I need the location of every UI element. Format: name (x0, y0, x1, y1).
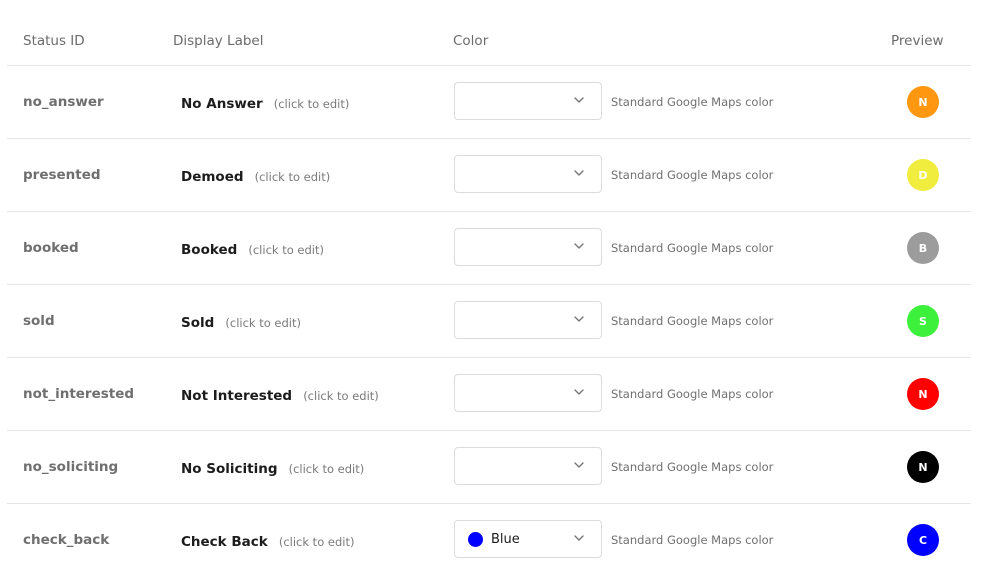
table-row-no-soliciting: no_soliciting No Soliciting (click to ed… (7, 431, 971, 504)
header-display-label: Display Label (173, 33, 264, 49)
display-label-editable[interactable]: Sold (click to edit) (181, 312, 301, 331)
header-preview: Preview (891, 33, 944, 49)
table-row-check-back: check_back Check Back (click to edit) Bl… (7, 504, 971, 576)
click-to-edit-hint: (click to edit) (225, 316, 301, 330)
color-note: Standard Google Maps color (611, 387, 774, 401)
status-id-cell: booked (23, 240, 79, 256)
status-id-cell: presented (23, 167, 101, 183)
chevron-down-icon (574, 243, 584, 249)
chevron-down-icon (574, 97, 584, 103)
header-color: Color (453, 33, 489, 49)
table-body: no_answer No Answer (click to edit) Stan… (7, 66, 971, 576)
preview-marker-icon: N (907, 86, 939, 118)
color-select[interactable] (454, 374, 602, 412)
color-note: Standard Google Maps color (611, 95, 774, 109)
display-label-editable[interactable]: No Answer (click to edit) (181, 93, 349, 112)
table-row-no-answer: no_answer No Answer (click to edit) Stan… (7, 66, 971, 139)
display-label-text: No Soliciting (181, 461, 278, 477)
click-to-edit-hint: (click to edit) (273, 97, 350, 111)
header-status-id: Status ID (23, 33, 85, 49)
color-note: Standard Google Maps color (611, 314, 774, 328)
chevron-down-icon (574, 316, 584, 322)
chevron-down-icon (574, 389, 584, 395)
display-label-text: Demoed (181, 169, 244, 185)
display-label-editable[interactable]: Demoed (click to edit) (181, 166, 330, 185)
display-label-editable[interactable]: Not Interested (click to edit) (181, 385, 379, 404)
click-to-edit-hint: (click to edit) (303, 389, 379, 403)
table-row-not-interested: not_interested Not Interested (click to … (7, 358, 971, 431)
table-row-sold: sold Sold (click to edit) Standard Googl… (7, 285, 971, 358)
display-label-editable[interactable]: No Soliciting (click to edit) (181, 458, 364, 477)
display-label-editable[interactable]: Booked (click to edit) (181, 239, 324, 258)
display-label-editable[interactable]: Check Back (click to edit) (181, 531, 354, 550)
preview-marker-icon: C (907, 524, 939, 556)
selected-color-value: Blue (491, 532, 520, 547)
color-note: Standard Google Maps color (611, 460, 774, 474)
color-select[interactable] (454, 228, 602, 266)
chevron-down-icon (574, 462, 584, 468)
color-select[interactable] (454, 155, 602, 193)
color-select[interactable] (454, 82, 602, 120)
color-note: Standard Google Maps color (611, 168, 774, 182)
status-id-cell: sold (23, 313, 55, 329)
status-id-cell: no_soliciting (23, 459, 119, 475)
click-to-edit-hint: (click to edit) (288, 462, 365, 476)
status-id-cell: not_interested (23, 386, 135, 402)
display-label-text: Check Back (181, 534, 268, 550)
status-id-cell: no_answer (23, 94, 104, 110)
preview-marker-icon: B (907, 232, 939, 264)
color-note: Standard Google Maps color (611, 241, 774, 255)
click-to-edit-hint: (click to edit) (278, 535, 355, 549)
display-label-text: Booked (181, 242, 238, 258)
color-note: Standard Google Maps color (611, 533, 774, 547)
preview-marker-icon: D (907, 159, 939, 191)
table-row-booked: booked Booked (click to edit) Standard G… (7, 212, 971, 285)
preview-marker-icon: N (907, 451, 939, 483)
preview-marker-icon: N (907, 378, 939, 410)
color-select[interactable] (454, 301, 602, 339)
chevron-down-icon (574, 170, 584, 176)
color-swatch-icon (468, 532, 483, 547)
display-label-text: Not Interested (181, 388, 293, 404)
display-label-text: No Answer (181, 96, 263, 112)
status-id-cell: check_back (23, 532, 110, 548)
click-to-edit-hint: (click to edit) (248, 243, 324, 257)
color-select[interactable]: Blue (454, 520, 602, 558)
chevron-down-icon (574, 535, 584, 541)
table-header: Status ID Display Label Color Preview (7, 0, 971, 66)
preview-marker-icon: S (907, 305, 939, 337)
color-select[interactable] (454, 447, 602, 485)
click-to-edit-hint: (click to edit) (254, 170, 331, 184)
table-row-presented: presented Demoed (click to edit) Standar… (7, 139, 971, 212)
display-label-text: Sold (181, 315, 215, 331)
status-table: Status ID Display Label Color Preview no… (7, 0, 971, 576)
